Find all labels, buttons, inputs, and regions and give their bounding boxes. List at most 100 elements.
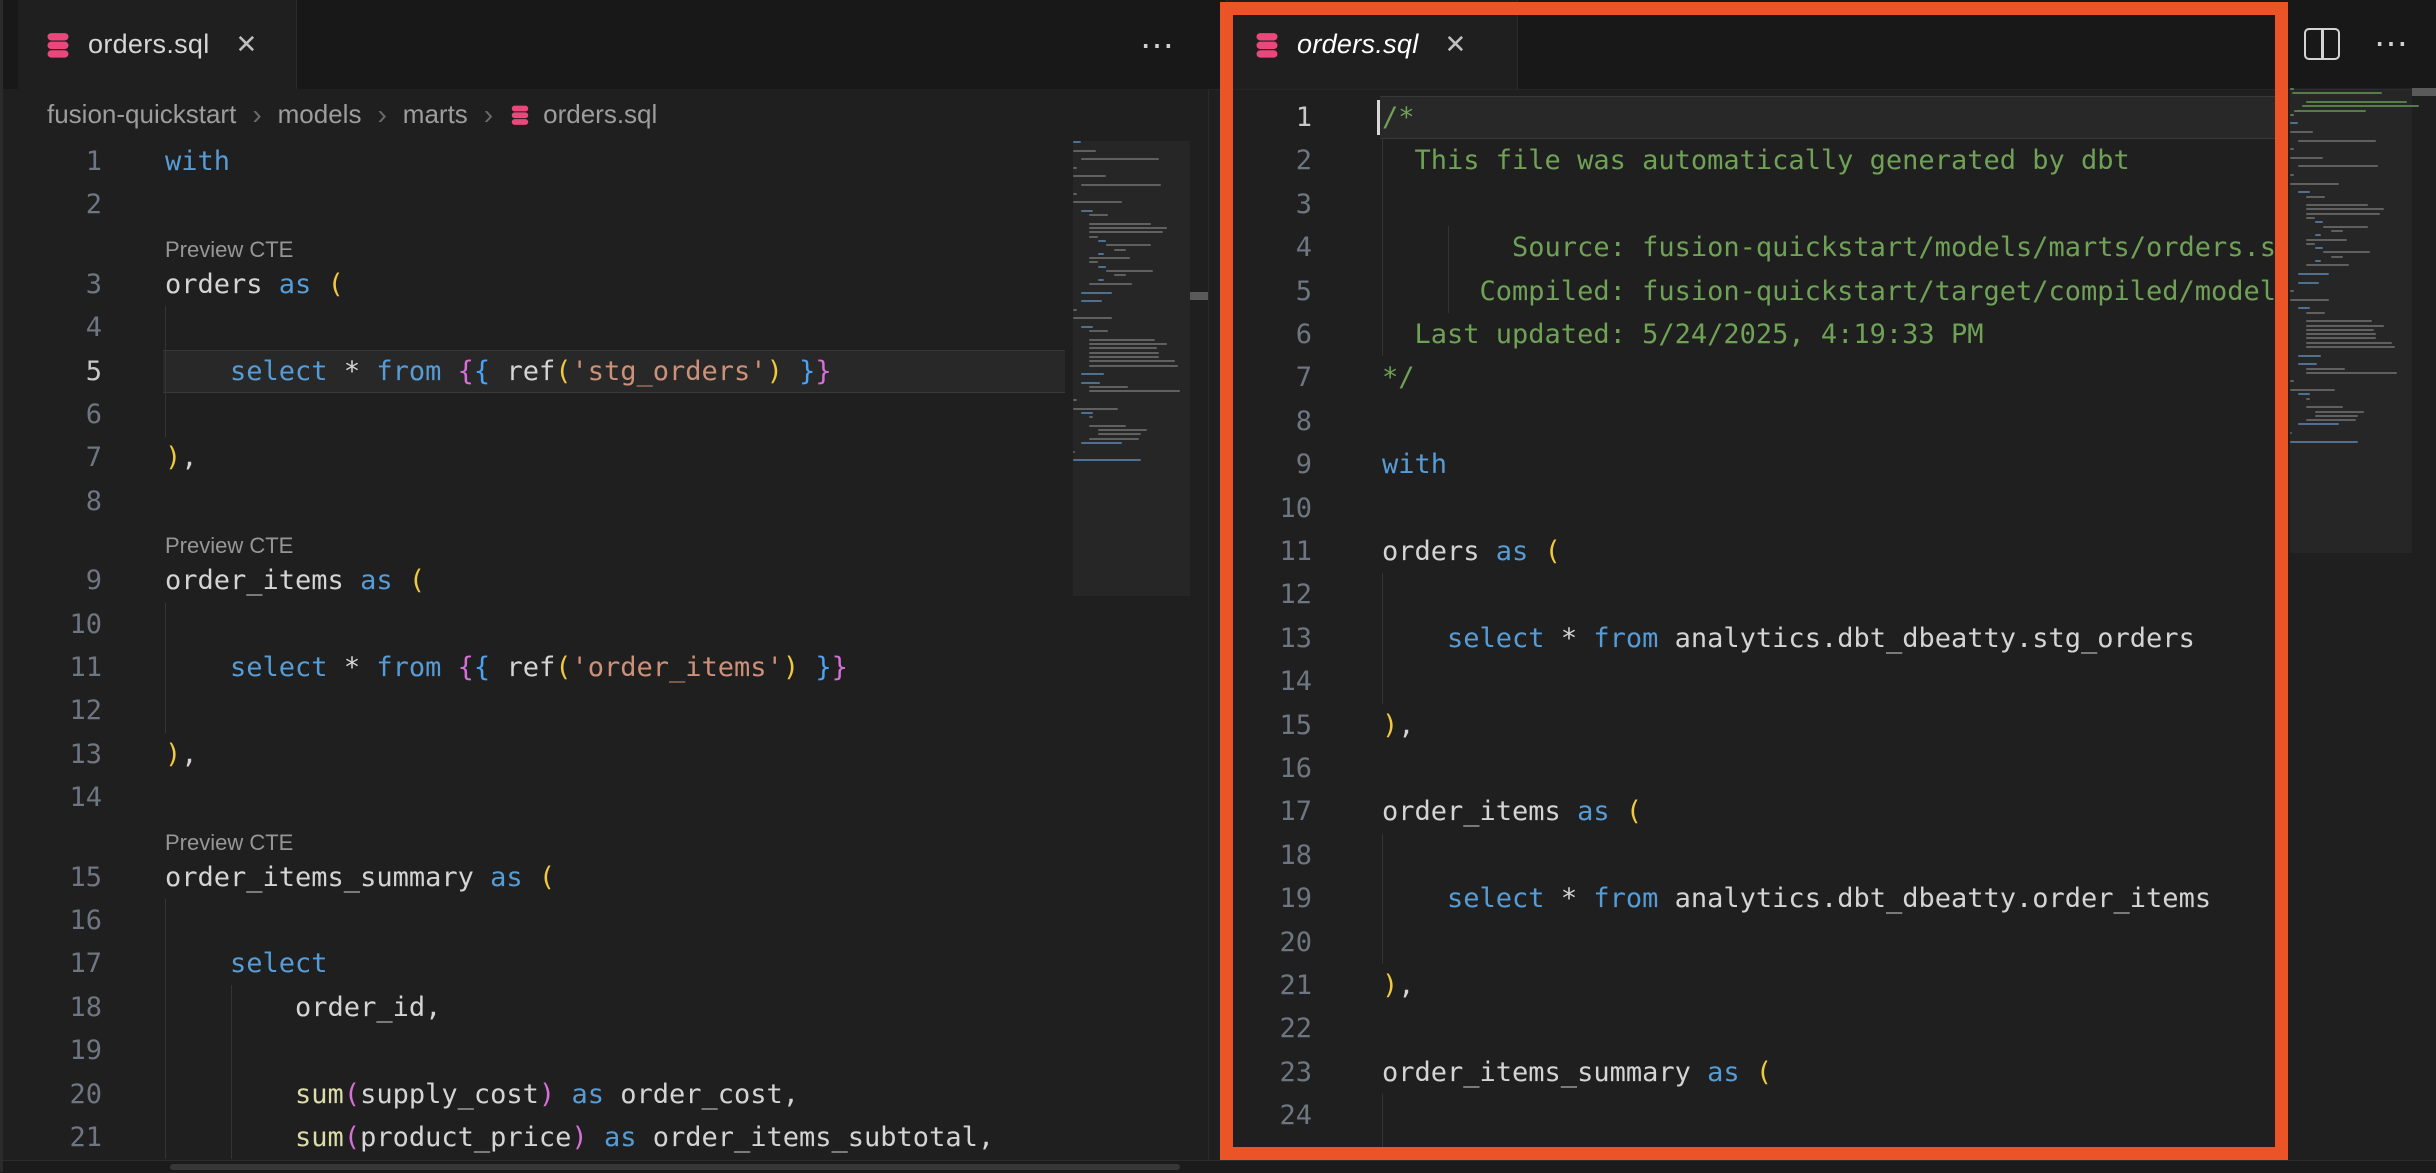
code-text: orders as (	[165, 263, 1073, 306]
code-text: order_items_summary as (	[1382, 1051, 2286, 1094]
code-line-10[interactable]: 10	[0, 603, 1208, 646]
minimap-line	[2298, 273, 2329, 275]
code-line-1[interactable]: 1/*	[1208, 96, 2436, 139]
code-line-19[interactable]: 19 select * from analytics.dbt_dbeatty.o…	[1208, 877, 2436, 920]
code-line-11[interactable]: 11orders as (	[1208, 530, 2436, 573]
minimap-line	[2315, 221, 2323, 223]
code-line-1[interactable]: 1with	[0, 140, 1208, 183]
code-line-17[interactable]: 17order_items as (	[1208, 790, 2436, 833]
code-line-5[interactable]: 5 select * from {{ ref('stg_orders') }}	[0, 350, 1208, 393]
code-line-18[interactable]: 18 order_id,	[0, 986, 1208, 1029]
line-number: 1	[1208, 96, 1312, 139]
line-number: 8	[0, 480, 102, 523]
code-line-20[interactable]: 20	[1208, 921, 2436, 964]
code-line-4[interactable]: 4	[0, 306, 1208, 349]
code-line-14[interactable]: 14	[1208, 660, 2436, 703]
code-line-18[interactable]: 18	[1208, 834, 2436, 877]
minimap-line	[1081, 292, 1112, 294]
line-number: 13	[0, 733, 102, 776]
line-number: 7	[1208, 356, 1312, 399]
minimap-line	[1098, 429, 1147, 431]
minimap-line	[1073, 408, 1118, 410]
code-editor-right[interactable]: 1/*2 This file was automatically generat…	[1208, 0, 2436, 1172]
code-lens-preview-cte[interactable]: Preview CTE	[165, 533, 293, 559]
minimap-line	[1089, 330, 1107, 332]
code-lens-preview-cte[interactable]: Preview CTE	[165, 830, 293, 856]
code-line-9[interactable]: 9order_items as (	[0, 559, 1208, 602]
code-line-9[interactable]: 9with	[1208, 443, 2436, 486]
code-lens-preview-cte[interactable]: Preview CTE	[165, 237, 293, 263]
indent-guide	[1382, 139, 1383, 356]
line-number: 14	[0, 776, 102, 819]
line-number: 21	[0, 1116, 102, 1159]
code-line-15[interactable]: 15),	[1208, 704, 2436, 747]
code-line-13[interactable]: 13),	[0, 733, 1208, 776]
line-number: 6	[1208, 313, 1312, 356]
code-line-6[interactable]: 6	[0, 393, 1208, 436]
line-number: 12	[1208, 573, 1312, 616]
minimap-line	[1089, 356, 1159, 358]
indent-guide	[165, 899, 166, 1159]
minimap-line	[2306, 243, 2314, 245]
code-line-8[interactable]: 8	[0, 480, 1208, 523]
minimap-line	[1073, 317, 1112, 319]
code-line-21[interactable]: 21),	[1208, 964, 2436, 1007]
code-line-12[interactable]: 12	[0, 689, 1208, 732]
minimap-line	[2302, 105, 2419, 107]
code-line-3[interactable]: 3	[1208, 183, 2436, 226]
code-text: select	[165, 942, 1073, 985]
code-editor-left[interactable]: 1with2 Preview CTE 3 orders as (45 select *…	[0, 0, 1208, 1172]
code-line-17[interactable]: 17 select	[0, 942, 1208, 985]
indent-guide	[231, 985, 232, 1159]
line-number: 18	[0, 986, 102, 1029]
minimap-line	[2315, 415, 2358, 417]
minimap-right[interactable]	[2290, 0, 2412, 1160]
code-line-22[interactable]: 22	[1208, 1007, 2436, 1050]
code-line-14[interactable]: 14	[0, 776, 1208, 819]
line-number: 23	[1208, 1051, 1312, 1094]
code-line-2[interactable]: 2 This file was automatically generated …	[1208, 139, 2436, 182]
code-text: select * from {{ ref('order_items') }}	[165, 646, 1073, 689]
code-text: order_items as (	[1382, 790, 2286, 833]
code-line-16[interactable]: 16	[1208, 747, 2436, 790]
code-line-6[interactable]: 6 Last updated: 5/24/2025, 4:19:33 PM	[1208, 313, 2436, 356]
code-line-12[interactable]: 12	[1208, 573, 2436, 616]
code-line-7[interactable]: 7),	[0, 436, 1208, 479]
code-line-10[interactable]: 10	[1208, 487, 2436, 530]
minimap-line	[2298, 307, 2310, 309]
code-line-11[interactable]: 11 select * from {{ ref('order_items') }…	[0, 646, 1208, 689]
code-line-4[interactable]: 4 Source: fusion-quickstart/models/marts…	[1208, 226, 2436, 269]
code-text: sum(supply_cost) as order_cost,	[165, 1073, 1073, 1116]
line-number: 21	[1208, 964, 1312, 1007]
code-line-19[interactable]: 19	[0, 1029, 1208, 1072]
line-number: 3	[0, 263, 102, 306]
line-number: 20	[1208, 921, 1312, 964]
code-line-8[interactable]: 8	[1208, 400, 2436, 443]
minimap-line	[2306, 333, 2376, 335]
code-line-23[interactable]: 23 order_items_summary as (	[1208, 1051, 2436, 1094]
line-number: 18	[1208, 834, 1312, 877]
code-line-24[interactable]: 24	[1208, 1094, 2436, 1137]
line-number: 6	[0, 393, 102, 436]
text-cursor	[1377, 100, 1380, 135]
minimap-left[interactable]	[1073, 0, 1190, 1160]
code-line-21[interactable]: 21 sum(product_price) as order_items_sub…	[0, 1116, 1208, 1159]
code-line-3[interactable]: 3 orders as (	[0, 263, 1208, 306]
horizontal-scrollbar[interactable]	[170, 1164, 1180, 1170]
code-line-16[interactable]: 16	[0, 899, 1208, 942]
line-number: 24	[1208, 1094, 1312, 1137]
code-line-15[interactable]: 15order_items_summary as (	[0, 856, 1208, 899]
code-line-20[interactable]: 20 sum(supply_cost) as order_cost,	[0, 1073, 1208, 1116]
minimap-line	[1081, 184, 1161, 186]
code-line-13[interactable]: 13 select * from analytics.dbt_dbeatty.s…	[1208, 617, 2436, 660]
code-text: ),	[1382, 964, 2286, 1007]
minimap-line	[1073, 141, 1081, 143]
code-line-2[interactable]: 2	[0, 183, 1208, 226]
minimap-line	[1073, 201, 1122, 203]
code-line-5[interactable]: 5 Compiled: fusion-quickstart/target/com…	[1208, 270, 2436, 313]
minimap-line	[1114, 274, 1126, 276]
line-number: 11	[0, 646, 102, 689]
indent-guide	[1448, 226, 1449, 313]
code-line-7[interactable]: 7*/	[1208, 356, 2436, 399]
line-number: 5	[1208, 270, 1312, 313]
